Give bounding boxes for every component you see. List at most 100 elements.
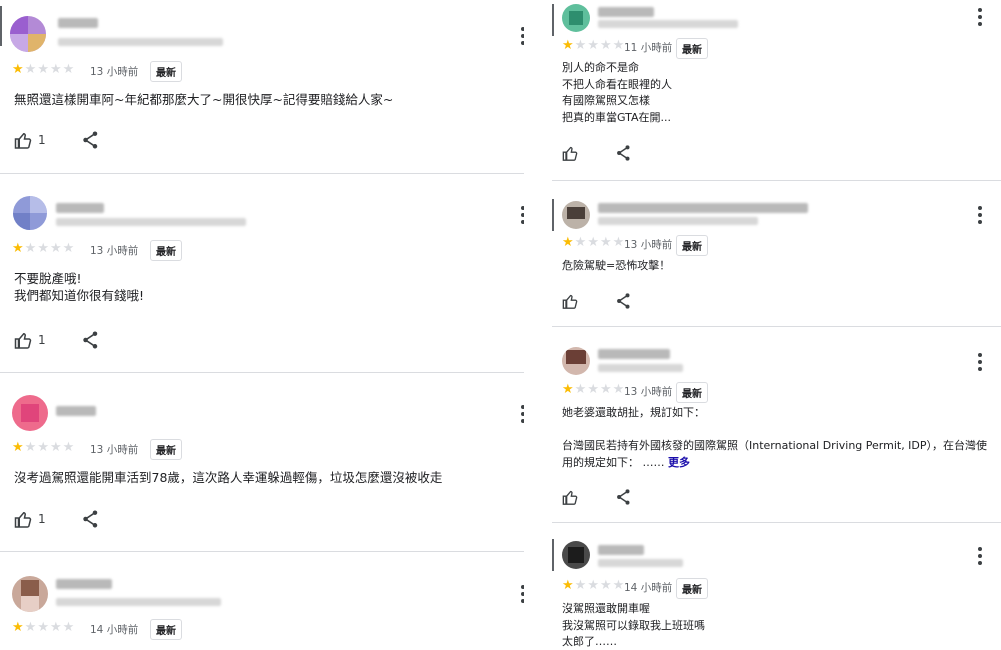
review-actions bbox=[562, 145, 631, 161]
review-text: 不要脫產哦! 我們都知道你很有錢哦! bbox=[14, 270, 144, 304]
card-accent-bar bbox=[0, 6, 2, 46]
newest-badge: 最新 bbox=[150, 619, 182, 640]
more-vert-icon[interactable] bbox=[977, 353, 983, 373]
like-button[interactable]: 1 bbox=[14, 511, 46, 528]
thumbs-up-icon bbox=[562, 490, 578, 505]
like-count: 1 bbox=[38, 133, 46, 147]
like-button[interactable] bbox=[562, 294, 578, 309]
like-button[interactable]: 1 bbox=[14, 132, 46, 149]
reviewer-avatar[interactable] bbox=[12, 576, 48, 612]
star-icon: ★ bbox=[37, 241, 49, 256]
card-accent-bar bbox=[552, 4, 554, 36]
like-button[interactable] bbox=[562, 490, 578, 505]
thumbs-up-icon bbox=[14, 511, 32, 528]
review-card: ★ ★ ★ ★ ★ 13 小時前 最新 危險駕駛=恐怖攻擊！ bbox=[552, 180, 1001, 327]
like-button[interactable]: 1 bbox=[14, 332, 46, 349]
reviewer-avatar[interactable] bbox=[10, 16, 46, 52]
review-card: ★ ★ ★ ★ ★ 13 小時前 最新 不要脫產哦! 我們都知道你很有錢哦! 1 bbox=[0, 173, 524, 373]
review-text-line: 別人的命不是命 bbox=[562, 61, 639, 74]
review-text: 危險駕駛=恐怖攻擊！ bbox=[562, 258, 670, 275]
newest-badge: 最新 bbox=[676, 235, 708, 256]
review-text-line bbox=[562, 422, 987, 439]
star-icon: ★ bbox=[587, 382, 599, 397]
reviewer-name[interactable] bbox=[598, 7, 654, 17]
review-card: ★ ★ ★ ★ ★ 14 小時前 最新 沒駕照還敢開車喔 我沒駕照可以錄取我上班班嗎 太… bbox=[552, 522, 1001, 650]
review-time: 11 小時前 bbox=[624, 42, 673, 54]
newest-badge: 最新 bbox=[676, 38, 708, 59]
reviewer-meta bbox=[598, 217, 758, 225]
reviewer-avatar[interactable] bbox=[562, 201, 590, 229]
thumbs-up-icon bbox=[562, 294, 578, 309]
star-icon: ★ bbox=[612, 235, 625, 250]
reviewer-meta bbox=[598, 559, 683, 567]
star-icon: ★ bbox=[62, 62, 75, 77]
star-icon: ★ bbox=[37, 620, 49, 635]
reviewer-name[interactable] bbox=[58, 18, 98, 28]
star-icon: ★ bbox=[562, 382, 574, 397]
star-icon: ★ bbox=[49, 440, 62, 455]
review-text: 無照還這樣開車阿~年紀都那麼大了~開很快厚~記得要賠錢給人家~ bbox=[14, 91, 393, 108]
reviewer-meta bbox=[56, 218, 246, 226]
share-icon[interactable] bbox=[616, 293, 631, 309]
star-icon: ★ bbox=[62, 241, 75, 256]
review-actions: 1 bbox=[14, 331, 99, 349]
review-actions bbox=[562, 489, 631, 505]
like-count: 1 bbox=[38, 512, 46, 526]
like-button[interactable] bbox=[562, 146, 578, 161]
share-icon[interactable] bbox=[82, 510, 99, 528]
star-icon: ★ bbox=[599, 38, 612, 53]
star-icon: ★ bbox=[49, 620, 62, 635]
reviewer-name[interactable] bbox=[56, 406, 96, 416]
star-rating: ★ ★ ★ ★ ★ bbox=[562, 236, 624, 249]
star-rating: ★ ★ ★ ★ ★ bbox=[562, 383, 624, 396]
reviewer-name[interactable] bbox=[56, 203, 104, 213]
review-text-line: 太郎了…… bbox=[562, 635, 617, 648]
review-text: 別人的命不是命 不把人命看在眼裡的人 有國際駕照又怎樣 把真的車當GTA在開..… bbox=[562, 60, 672, 126]
like-count: 1 bbox=[38, 333, 46, 347]
more-vert-icon[interactable] bbox=[977, 206, 983, 226]
review-text-line: 台灣國民若持有外國核發的國際駕照（International Driving P… bbox=[562, 439, 988, 452]
right-review-column: ★ ★ ★ ★ ★ 11 小時前 最新 別人的命不是命 不把人命看在眼裡的人 有國際駕照… bbox=[552, 0, 1001, 650]
star-icon: ★ bbox=[49, 62, 62, 77]
review-actions bbox=[562, 293, 631, 309]
star-icon: ★ bbox=[574, 235, 587, 250]
review-card: ★ ★ ★ ★ ★ 13 小時前 最新 沒考過駕照還能開車活到78歲，這次路人幸運躲過輕… bbox=[0, 372, 524, 552]
star-rating: ★ ★ ★ ★ ★ bbox=[562, 39, 624, 52]
left-review-column: ★ ★ ★ ★ ★ 13 小時前 最新 無照還這樣開車阿~年紀都那麼大了~開很快厚~記得… bbox=[0, 0, 524, 650]
star-icon: ★ bbox=[12, 440, 24, 455]
star-icon: ★ bbox=[574, 382, 587, 397]
review-text-line: 把真的車當GTA在開... bbox=[562, 110, 672, 124]
reviewer-meta bbox=[598, 364, 683, 372]
more-vert-icon[interactable] bbox=[977, 8, 983, 28]
reviewer-name[interactable] bbox=[56, 579, 112, 589]
more-link[interactable]: 更多 bbox=[668, 456, 690, 469]
star-icon: ★ bbox=[574, 38, 587, 53]
star-rating: ★ ★ ★ ★ ★ bbox=[12, 242, 74, 255]
star-icon: ★ bbox=[612, 38, 625, 53]
reviewer-name[interactable] bbox=[598, 203, 808, 213]
review-time: 13 小時前 bbox=[624, 386, 673, 398]
reviewer-avatar[interactable] bbox=[562, 541, 590, 569]
star-icon: ★ bbox=[12, 62, 24, 77]
thumbs-up-icon bbox=[562, 146, 578, 161]
star-icon: ★ bbox=[587, 578, 599, 593]
share-icon[interactable] bbox=[616, 489, 631, 505]
reviewer-avatar[interactable] bbox=[562, 347, 590, 375]
review-text-line: 不要脫產哦! bbox=[14, 271, 82, 286]
star-icon: ★ bbox=[24, 62, 37, 77]
newest-badge: 最新 bbox=[676, 578, 708, 599]
star-icon: ★ bbox=[24, 241, 37, 256]
share-icon[interactable] bbox=[82, 331, 99, 349]
reviewer-name[interactable] bbox=[598, 349, 670, 359]
review-text-line: 沒考過駕照還能開車活到78歲，這次路人幸運躲過輕傷，垃圾怎麼還沒被收走 bbox=[14, 470, 443, 485]
review-card: ★ ★ ★ ★ ★ 13 小時前 最新 她老婆還敢胡扯，規訂如下： 台灣國民若持有外國核… bbox=[552, 326, 1001, 523]
reviewer-avatar[interactable] bbox=[562, 4, 590, 32]
reviewer-avatar[interactable] bbox=[12, 395, 48, 431]
share-icon[interactable] bbox=[82, 131, 99, 149]
reviewer-avatar[interactable] bbox=[13, 196, 47, 230]
share-icon[interactable] bbox=[616, 145, 631, 161]
reviewer-name[interactable] bbox=[598, 545, 644, 555]
star-icon: ★ bbox=[574, 578, 587, 593]
more-vert-icon[interactable] bbox=[977, 547, 983, 567]
star-rating: ★ ★ ★ ★ ★ bbox=[12, 621, 74, 634]
